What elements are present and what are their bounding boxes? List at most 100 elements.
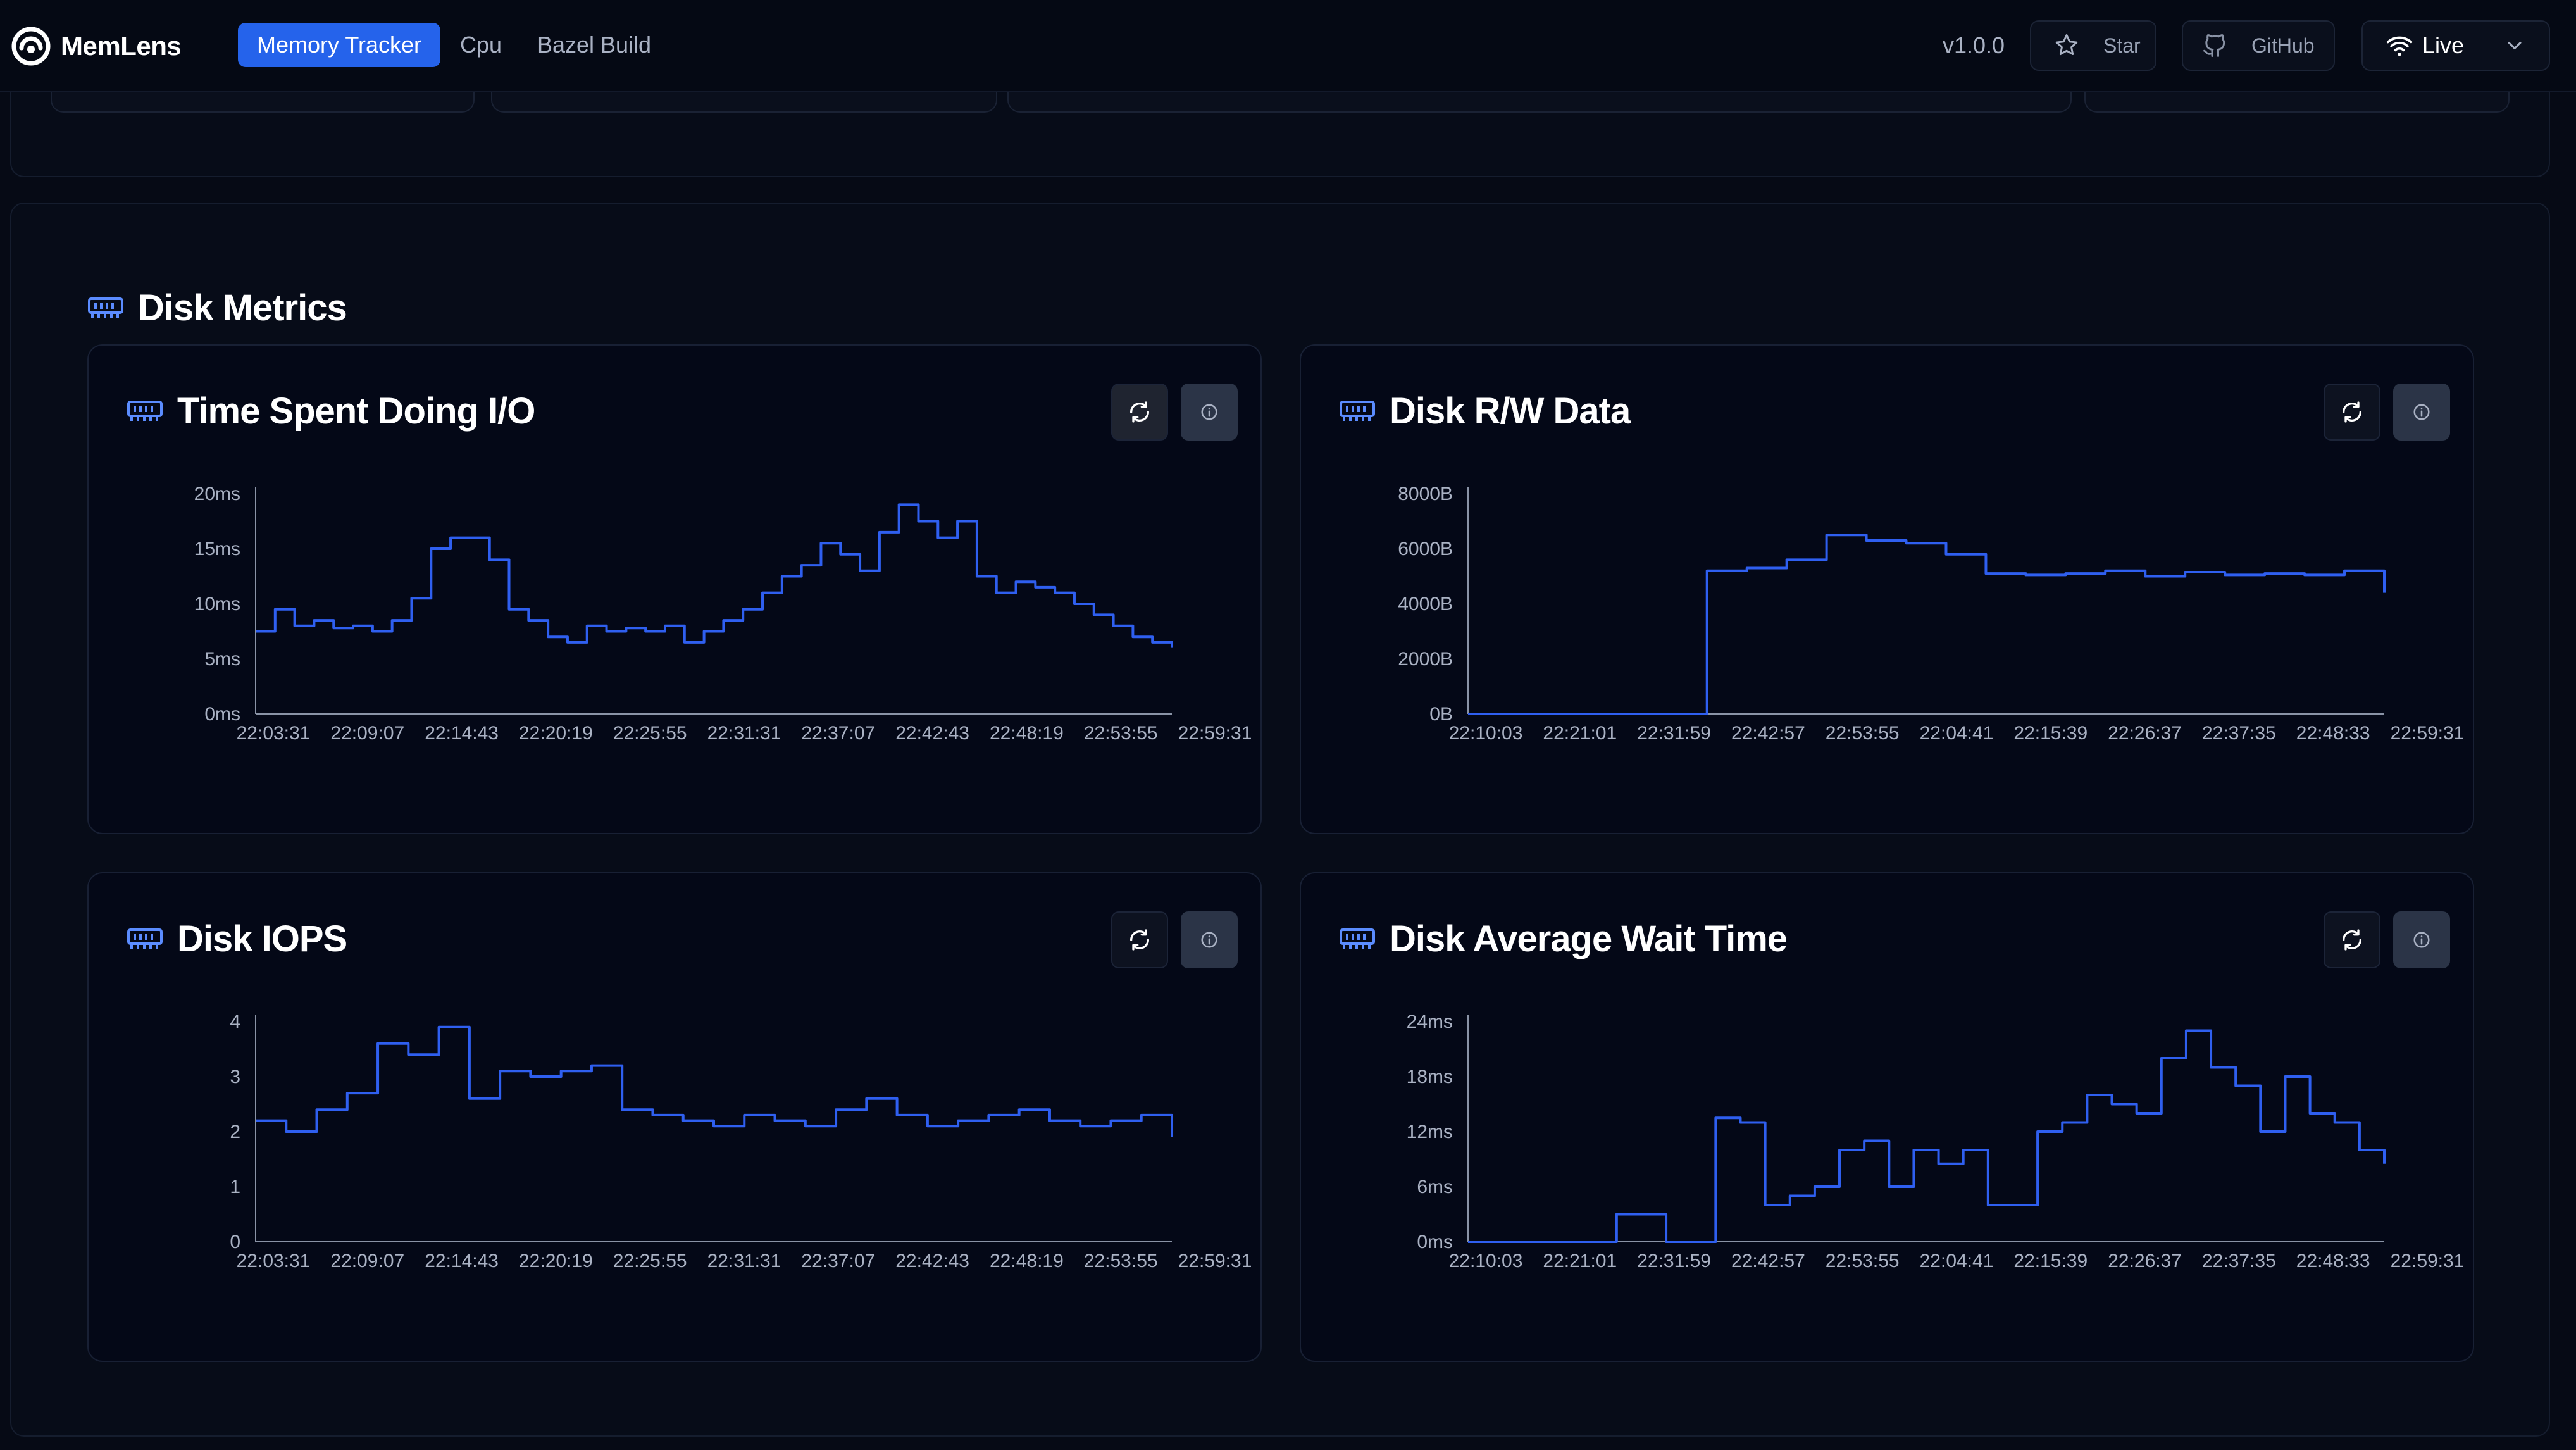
chart-card-disk-average-wait-time: Disk Average Wait Time 24ms 18ms 12ms 6ms 0m…: [1300, 872, 2474, 1362]
y-tick-label: 24ms: [1407, 1011, 1453, 1032]
chart-card-disk-iops: Disk IOPS 4 3 2 1 0 22:03:31 22:09:07 22:14:43 2…: [87, 872, 1262, 1362]
data-point: [1170, 646, 1174, 650]
x-tick-label: 22:15:39: [2013, 1251, 2088, 1272]
data-point: [1466, 712, 1470, 716]
data-point: [2183, 570, 2187, 574]
tab-memory-tracker[interactable]: Memory Tracker: [238, 23, 440, 67]
x-tick-label: 22:31:31: [707, 1251, 781, 1272]
info-icon: [1201, 932, 1217, 948]
info-button[interactable]: [2393, 384, 2450, 441]
x-tick-label: 22:26:37: [2108, 723, 2182, 744]
data-point: [498, 1069, 502, 1073]
data-point: [2209, 1066, 2213, 1070]
series-line: [1468, 1029, 2386, 1243]
tab-bazel-build[interactable]: Bazel Build: [529, 23, 659, 67]
x-tick-label: 22:53:55: [1084, 723, 1158, 744]
data-point: [956, 1119, 960, 1123]
info-button[interactable]: [1181, 384, 1238, 441]
chart-title: Time Spent Doing I/O: [177, 390, 535, 432]
x-tick-label: 22:14:43: [425, 1251, 499, 1272]
data-point: [1131, 635, 1135, 639]
x-tick-label: 22:59:31: [1178, 723, 1252, 744]
x-tick-label: 22:37:07: [801, 1251, 875, 1272]
data-point: [1912, 1148, 1915, 1152]
data-point: [526, 618, 530, 622]
x-tick-label: 22:53:55: [1084, 1251, 1158, 1272]
data-point: [293, 624, 297, 628]
memory-chip-icon: [88, 297, 123, 318]
tab-cpu[interactable]: Cpu: [449, 23, 513, 67]
info-button[interactable]: [1181, 911, 1238, 968]
data-point: [1109, 1119, 1112, 1123]
data-point: [741, 608, 745, 611]
data-point: [1014, 580, 1018, 584]
y-tick-label: 3: [230, 1066, 240, 1087]
chart-card-time-spent-io: Time Spent Doing I/O 20ms 15ms 10ms 5ms 0ms 2…: [87, 344, 1262, 834]
data-point: [895, 1113, 899, 1117]
x-tick-label: 22:42:43: [895, 1251, 969, 1272]
data-point: [858, 569, 862, 573]
disk-metrics-panel: Disk Metrics Time Spent Doing I/O 20ms 15…: [10, 203, 2550, 1437]
info-icon: [2413, 932, 2430, 948]
data-point: [1170, 1135, 1174, 1139]
data-point: [683, 641, 687, 644]
data-point: [2011, 1203, 2015, 1207]
x-tick-label: 22:04:41: [1920, 1251, 1994, 1272]
github-button[interactable]: GitHub: [2182, 20, 2335, 71]
y-tick-label: 1: [230, 1177, 240, 1197]
data-point: [702, 630, 706, 634]
data-point: [437, 1025, 441, 1029]
data-point: [2234, 1084, 2237, 1088]
x-tick-label: 22:10:03: [1449, 1251, 1523, 1272]
data-point: [1546, 712, 1550, 716]
app-logo[interactable]: MemLens: [10, 24, 182, 68]
data-point: [1905, 541, 1908, 545]
data-point: [507, 608, 511, 611]
info-button[interactable]: [2393, 911, 2450, 968]
data-point: [2160, 1056, 2163, 1060]
refresh-button[interactable]: [2324, 384, 2380, 441]
data-point: [1073, 602, 1076, 606]
data-point: [1565, 1240, 1569, 1244]
y-tick-label: 8000B: [1398, 484, 1453, 504]
data-point: [1714, 1116, 1717, 1120]
data-point: [528, 1075, 532, 1078]
data-point: [2283, 1075, 2287, 1078]
y-tick-label: 0ms: [204, 704, 240, 725]
data-point: [955, 520, 959, 523]
version-label: v1.0.0: [1943, 32, 2005, 58]
data-point: [1745, 566, 1749, 570]
data-point: [916, 520, 920, 523]
live-mode-dropdown[interactable]: Live: [2361, 20, 2550, 71]
data-point: [2223, 573, 2227, 577]
data-point: [559, 1069, 563, 1073]
data-point: [1615, 1213, 1619, 1216]
refresh-button[interactable]: [1111, 384, 1168, 441]
data-point: [1838, 1148, 1841, 1152]
data-point: [2103, 569, 2107, 573]
data-point: [2333, 1121, 2337, 1125]
y-tick-label: 4000B: [1398, 594, 1453, 615]
refresh-button[interactable]: [1111, 911, 1168, 968]
x-tick-label: 22:25:55: [613, 1251, 687, 1272]
data-point: [1785, 558, 1789, 561]
data-point: [1150, 641, 1154, 644]
memory-chip-icon: [1340, 928, 1375, 949]
y-tick-label: 5ms: [204, 649, 240, 670]
data-point: [681, 1119, 685, 1123]
y-tick-label: 0B: [1429, 704, 1453, 725]
data-point: [345, 1091, 349, 1095]
x-tick-label: 22:09:07: [330, 1251, 404, 1272]
x-tick-label: 22:53:55: [1826, 723, 1900, 744]
star-button[interactable]: Star: [2030, 20, 2156, 71]
data-point: [1944, 553, 1948, 556]
data-point: [468, 1097, 471, 1101]
card-header: Disk IOPS: [127, 910, 347, 967]
refresh-button[interactable]: [2324, 911, 2380, 968]
data-point: [449, 536, 452, 540]
wifi-icon: [2386, 36, 2413, 56]
data-point: [468, 536, 472, 540]
refresh-icon: [1130, 929, 1149, 951]
x-tick-label: 22:03:31: [237, 1251, 311, 1272]
data-point: [1053, 591, 1057, 595]
